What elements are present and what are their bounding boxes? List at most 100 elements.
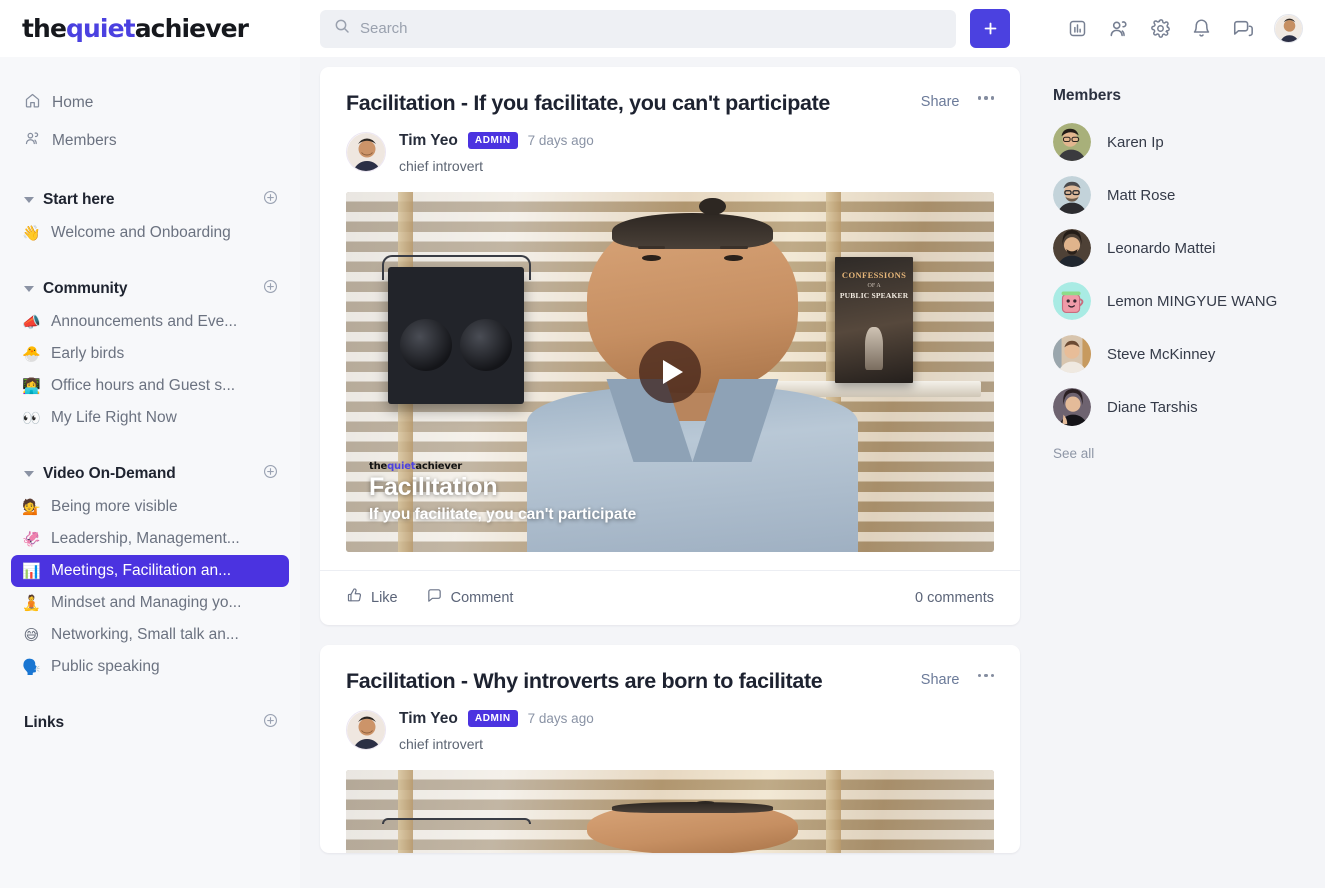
sidebar-channel-public-speaking[interactable]: 🗣️ Public speaking	[11, 651, 289, 683]
analytics-icon[interactable]	[1067, 18, 1088, 39]
members-icon[interactable]	[1108, 18, 1130, 40]
post-header: Facilitation - Why introverts are born t…	[320, 645, 1020, 695]
chevron-down-icon[interactable]	[24, 286, 34, 292]
author-subtitle: chief introvert	[399, 157, 484, 174]
member-avatar	[1053, 282, 1091, 320]
channel-label: Office hours and Guest s...	[51, 377, 236, 394]
member-list-item[interactable]: Steve McKinney	[1053, 335, 1301, 373]
chevron-down-icon[interactable]	[24, 197, 34, 203]
logo-part-achiever: achiever	[134, 14, 249, 43]
sidebar-channel-leadership-management[interactable]: 🦑 Leadership, Management...	[11, 523, 289, 555]
messages-chat-icon[interactable]	[1232, 18, 1254, 40]
plus-circle-icon[interactable]	[263, 279, 278, 299]
sidebar-channel-networking[interactable]: 😅 Networking, Small talk an...	[11, 619, 289, 651]
speaking-head-icon: 🗣️	[22, 658, 41, 676]
play-button-icon[interactable]	[639, 340, 701, 403]
waving-hand-icon: 👋	[22, 224, 41, 242]
section-title: Start here	[43, 191, 115, 208]
channel-label: My Life Right Now	[51, 409, 177, 426]
admin-badge: ADMIN	[467, 132, 518, 150]
channel-label: Announcements and Eve...	[51, 313, 238, 330]
member-name: Karen Ip	[1107, 133, 1164, 151]
sidebar-section-video-on-demand[interactable]: Video On-Demand	[0, 464, 300, 484]
app-logo[interactable]: thequietachiever	[0, 14, 320, 43]
logo-part-the: the	[22, 14, 67, 43]
author-name[interactable]: Tim Yeo	[399, 710, 458, 728]
sidebar: Home Members Start here 👋 Welcome and On…	[0, 57, 300, 888]
sidebar-item-home[interactable]: Home	[0, 84, 300, 122]
sidebar-channel-mindset[interactable]: 🧘 Mindset and Managing yo...	[11, 587, 289, 619]
plus-circle-icon[interactable]	[263, 464, 278, 484]
member-name: Leonardo Mattei	[1107, 239, 1216, 257]
member-avatar	[1053, 176, 1091, 214]
video-thumbnail[interactable]: CONFESSIONS OF A PUBLIC SPEAKER thequiet…	[346, 191, 994, 552]
post-title: Facilitation - If you facilitate, you ca…	[346, 91, 831, 115]
member-name: Matt Rose	[1107, 186, 1176, 204]
video-caption: thequietachiever Facilitation If you fac…	[369, 461, 636, 524]
share-button[interactable]: Share	[921, 94, 960, 110]
sidebar-channel-office-hours[interactable]: 👩‍💻 Office hours and Guest s...	[11, 370, 289, 402]
member-list-item[interactable]: Karen Ip	[1053, 123, 1301, 161]
notifications-bell-icon[interactable]	[1191, 18, 1212, 39]
sidebar-section-start-here[interactable]: Start here	[0, 190, 300, 210]
logo-part-quiet: quiet	[66, 14, 136, 43]
post-timestamp: 7 days ago	[527, 711, 594, 727]
sidebar-members-label: Members	[52, 132, 117, 149]
member-list-item[interactable]: Diane Tarshis	[1053, 388, 1301, 426]
plus-circle-icon[interactable]	[263, 190, 278, 210]
sidebar-channel-my-life-right-now[interactable]: 👀 My Life Right Now	[11, 402, 289, 434]
comment-button[interactable]: Comment	[426, 587, 514, 608]
post-feed: Facilitation - If you facilitate, you ca…	[300, 57, 1033, 888]
like-button[interactable]: Like	[346, 587, 398, 608]
author-avatar[interactable]	[346, 709, 386, 750]
post-actions: Like Comment 0 comments	[320, 569, 1020, 625]
sidebar-channel-welcome-and-onboarding[interactable]: 👋 Welcome and Onboarding	[11, 217, 289, 249]
comment-bubble-icon	[426, 587, 443, 608]
share-button[interactable]: Share	[921, 672, 960, 688]
see-all-members-link[interactable]: See all	[1053, 446, 1301, 461]
lotus-position-icon: 🧘	[22, 594, 41, 612]
member-avatar	[1053, 123, 1091, 161]
sidebar-channel-announcements[interactable]: 📣 Announcements and Eve...	[11, 306, 289, 338]
technologist-icon: 👩‍💻	[22, 377, 41, 395]
sidebar-channel-meetings-facilitation[interactable]: 📊 Meetings, Facilitation an...	[11, 555, 289, 587]
settings-gear-icon[interactable]	[1150, 18, 1171, 39]
channel-label: Leadership, Management...	[51, 530, 240, 547]
person-tipping-hand-icon: 💁	[22, 498, 41, 516]
sidebar-item-members[interactable]: Members	[0, 122, 300, 160]
member-name: Lemon MINGYUE WANG	[1107, 292, 1278, 310]
author-name[interactable]: Tim Yeo	[399, 132, 458, 150]
channel-label: Mindset and Managing yo...	[51, 594, 242, 611]
search-bar[interactable]	[320, 9, 956, 48]
chevron-down-icon[interactable]	[24, 471, 34, 477]
video-thumbnail[interactable]	[346, 769, 994, 853]
plus-circle-icon[interactable]	[263, 713, 278, 733]
create-post-button[interactable]	[970, 9, 1010, 48]
post-more-options-icon[interactable]	[977, 673, 994, 678]
member-name: Diane Tarshis	[1107, 398, 1198, 416]
comment-label: Comment	[450, 589, 514, 606]
member-list-item[interactable]: Lemon MINGYUE WANG	[1053, 282, 1301, 320]
post-title: Facilitation - Why introverts are born t…	[346, 668, 823, 693]
search-input[interactable]	[360, 20, 942, 37]
member-avatar	[1053, 335, 1091, 373]
section-title: Community	[43, 280, 128, 297]
sidebar-section-community[interactable]: Community	[0, 279, 300, 299]
sidebar-channel-early-birds[interactable]: 🐣 Early birds	[11, 338, 289, 370]
comment-count[interactable]: 0 comments	[915, 590, 994, 606]
post-card: Facilitation - If you facilitate, you ca…	[320, 67, 1020, 625]
members-panel-title: Members	[1053, 87, 1122, 104]
video-background	[346, 769, 994, 853]
post-card: Facilitation - Why introverts are born t…	[320, 644, 1020, 853]
sidebar-section-links[interactable]: Links	[0, 713, 300, 733]
member-avatar	[1053, 388, 1091, 426]
user-avatar[interactable]	[1274, 14, 1303, 43]
author-avatar[interactable]	[346, 131, 386, 172]
vlogo-the: the	[369, 461, 388, 473]
grinning-sweat-icon: 😅	[23, 626, 40, 644]
member-list-item[interactable]: Leonardo Mattei	[1053, 229, 1301, 267]
section-title: Links	[24, 714, 64, 731]
post-more-options-icon[interactable]	[977, 96, 994, 100]
sidebar-channel-being-more-visible[interactable]: 💁 Being more visible	[11, 491, 289, 523]
member-list-item[interactable]: Matt Rose	[1053, 176, 1301, 214]
